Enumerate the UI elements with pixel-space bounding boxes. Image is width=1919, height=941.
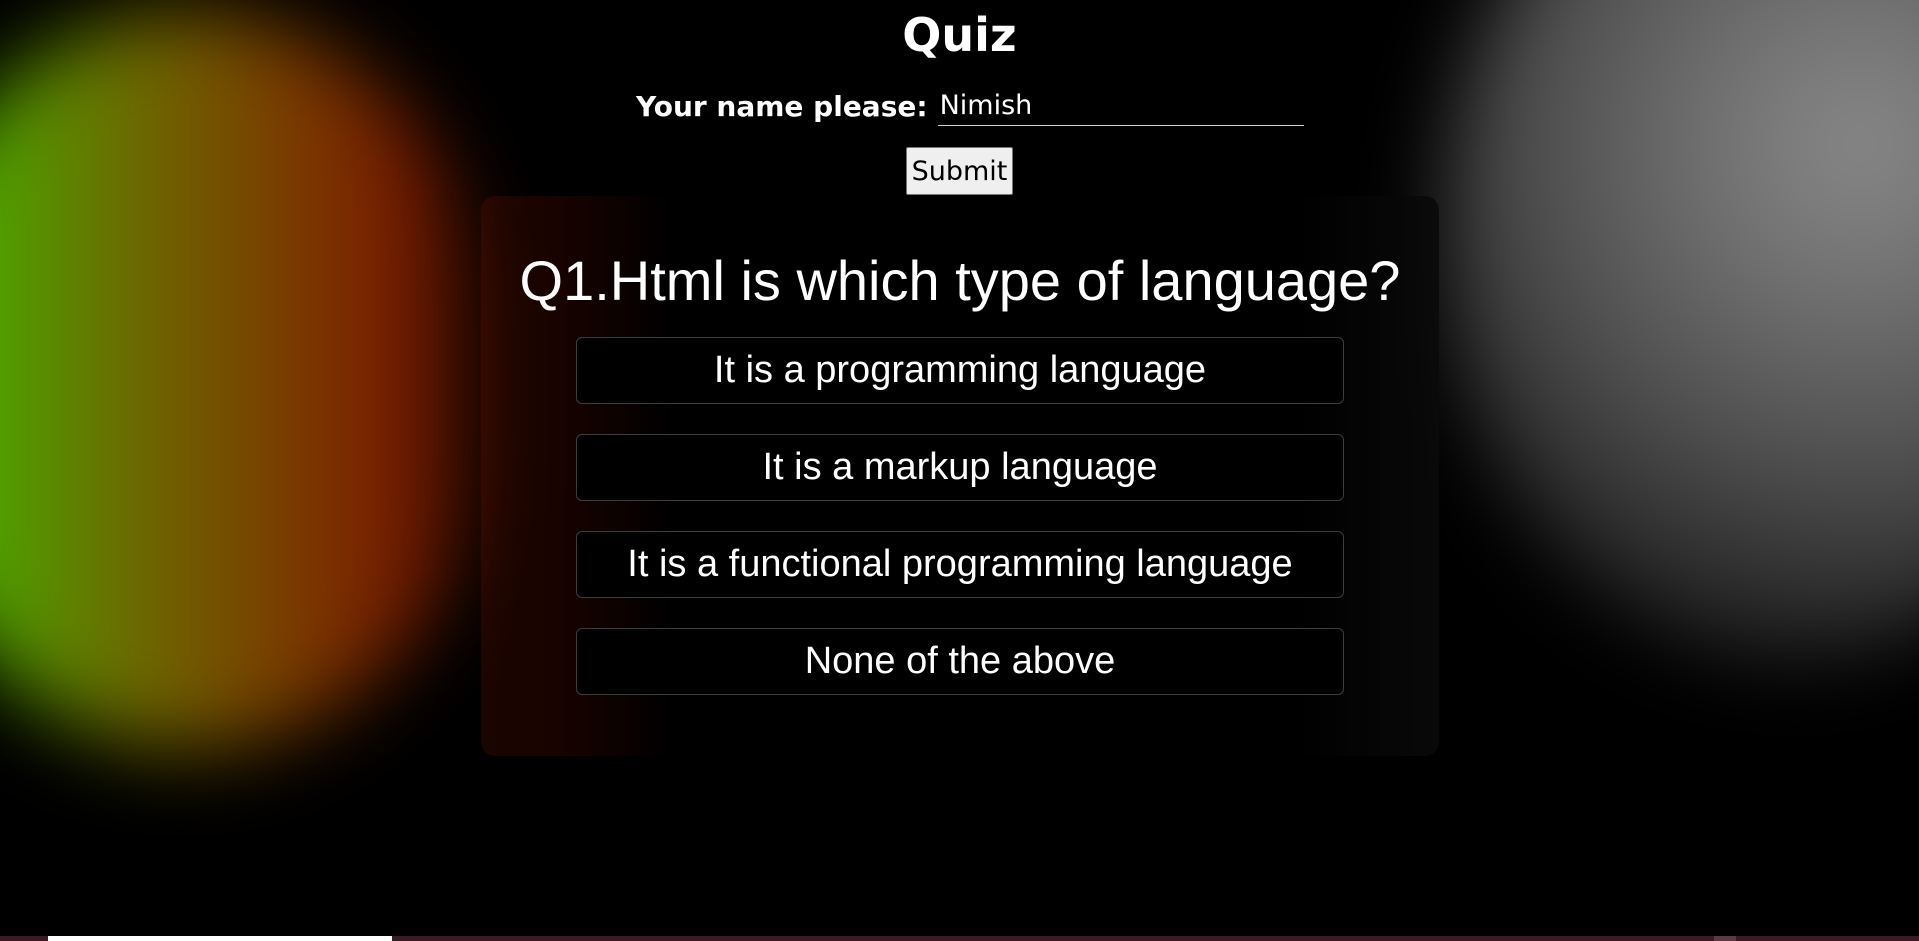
bottom-bar-marker	[1714, 936, 1736, 941]
name-input[interactable]	[937, 86, 1304, 126]
question-text: Q1.Html is which type of language?	[519, 249, 1401, 312]
submit-button[interactable]: Submit	[906, 147, 1013, 195]
name-form: Your name please:	[636, 84, 1304, 128]
answer-option-3[interactable]: It is a functional programming language	[576, 531, 1344, 598]
answer-option-2[interactable]: It is a markup language	[576, 434, 1344, 501]
answer-options: It is a programming language It is a mar…	[576, 337, 1344, 725]
page-content: Quiz Your name please: Submit Q1.Html is…	[0, 0, 1919, 941]
name-label: Your name please:	[636, 89, 928, 123]
answer-option-1[interactable]: It is a programming language	[576, 337, 1344, 404]
page-title: Quiz	[902, 8, 1017, 62]
bottom-scrollbar-thumb[interactable]	[48, 936, 392, 941]
quiz-page: Quiz Your name please: Submit Q1.Html is…	[0, 0, 1919, 941]
answer-option-4[interactable]: None of the above	[576, 628, 1344, 695]
